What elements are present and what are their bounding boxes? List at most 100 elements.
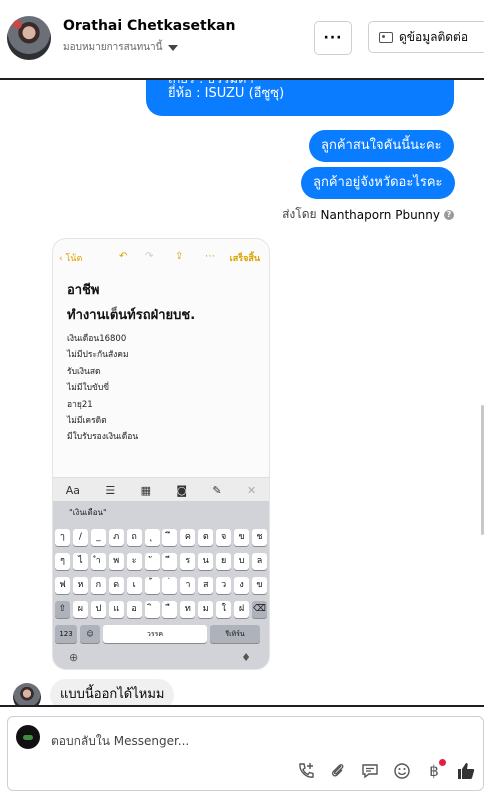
contact-avatar-small[interactable] bbox=[13, 683, 41, 705]
key: ท bbox=[180, 601, 196, 618]
keyboard-footer: ⊕ ♦ bbox=[53, 649, 269, 669]
undo-icon: ↶ bbox=[119, 251, 128, 262]
redo-icon: ↷ bbox=[145, 251, 154, 262]
note-line: มีใบรับรองเงินเดือน bbox=[67, 432, 139, 443]
key: ิ bbox=[144, 601, 160, 618]
note-line: ไม่มีประกันสังคม bbox=[67, 350, 129, 361]
key: ไ bbox=[72, 553, 88, 570]
note-subtitle: ทำงานเต็นท์รถฝ่ายบช. bbox=[67, 308, 196, 323]
key: ย bbox=[216, 553, 232, 570]
key: ่ bbox=[162, 577, 178, 594]
key-row-2: ๆ ไ ำ พ ะ ั ี ร น ย บ ล bbox=[55, 553, 267, 570]
key: พ bbox=[108, 553, 124, 570]
reply-input[interactable]: ตอบกลับใน Messenger... bbox=[51, 732, 189, 751]
return-key: รีเทิร์น bbox=[210, 625, 260, 643]
message-thread[interactable]: เกียร์ : ธรรมดา ยี่ห้อ : ISUZU (อีซูซุ) … bbox=[0, 80, 484, 705]
note-line: อายุ21 bbox=[67, 399, 93, 410]
view-contact-button[interactable]: ดูข้อมูลติดต่อ bbox=[368, 21, 484, 53]
page-avatar bbox=[16, 725, 40, 749]
key: ช bbox=[251, 529, 267, 546]
key: ผ bbox=[72, 601, 88, 618]
help-icon[interactable]: ? bbox=[444, 209, 454, 220]
key: ุ bbox=[144, 529, 160, 546]
key: ี bbox=[162, 553, 178, 570]
backspace-icon: ⌫ bbox=[251, 601, 267, 618]
notes-back: ‹ โน้ต bbox=[59, 254, 83, 264]
more-icon: ⋯ bbox=[205, 251, 215, 262]
pen-icon: ✎ bbox=[212, 483, 222, 497]
key: ป bbox=[90, 601, 106, 618]
key: า bbox=[180, 577, 196, 594]
key-row-3: ฟ ห ก ด เ ้ ่ า ส ว ง ข bbox=[55, 577, 267, 594]
saved-replies-icon[interactable] bbox=[360, 761, 380, 781]
notification-dot bbox=[439, 759, 446, 766]
outgoing-message: ลูกค้าอยู่จังหวัดอะไรคะ bbox=[301, 167, 455, 199]
key-row-4: ⇧ ผ ป แ อ ิ ื ท ม ใ ฝ ⌫ bbox=[55, 601, 267, 618]
thumbs-up-icon[interactable] bbox=[456, 761, 476, 781]
note-title: อาชีพ bbox=[67, 283, 100, 298]
composer-tools: ฿ bbox=[296, 759, 476, 781]
incoming-message: แบบนี้ออกได้ไหมม bbox=[50, 679, 175, 705]
key: ฟ bbox=[55, 577, 70, 594]
reply-composer[interactable]: ตอบกลับใน Messenger... ฿ bbox=[7, 716, 484, 791]
key: ถ bbox=[126, 529, 142, 546]
avatar-accent bbox=[13, 20, 22, 29]
key-row-bottom: 123 ☺ วรรค รีเทิร์น bbox=[55, 625, 267, 643]
outgoing-message-partial: เกียร์ : ธรรมดา ยี่ห้อ : ISUZU (อีซูซุ) bbox=[146, 80, 454, 116]
close-icon: ✕ bbox=[247, 483, 257, 497]
contact-card-icon bbox=[379, 31, 393, 43]
key: ก bbox=[90, 577, 106, 594]
key: ะ bbox=[126, 553, 142, 570]
key: ้ bbox=[144, 577, 160, 594]
key: ต bbox=[198, 529, 214, 546]
sent-by-prefix: ส่งโดย bbox=[282, 207, 317, 221]
notes-toolbar: ‹ โน้ต ↶ ↷ ⇪ ⋯ เสร็จสิ้น bbox=[53, 251, 269, 267]
key: เ bbox=[126, 577, 142, 594]
note-line: รับเงินสด bbox=[67, 366, 101, 377]
call-add-icon[interactable] bbox=[296, 761, 316, 781]
key: _ bbox=[90, 529, 106, 546]
shift-icon: ⇧ bbox=[55, 601, 70, 618]
assign-conversation-dropdown[interactable]: มอบหมายการสนทนานี้ bbox=[63, 40, 179, 55]
emoji-icon[interactable] bbox=[392, 761, 412, 781]
key: ร bbox=[180, 553, 196, 570]
assign-label: มอบหมายการสนทนานี้ bbox=[63, 42, 163, 53]
key-row-1: ๅ / _ ภ ถ ุ ึ ค ต จ ข ช bbox=[55, 529, 267, 546]
emoji-icon: ☺ bbox=[80, 625, 100, 643]
outgoing-message: ลูกค้าสนใจคันนี้นะคะ bbox=[309, 130, 454, 162]
key: แ bbox=[108, 601, 124, 618]
key: ล bbox=[251, 553, 267, 570]
note-line: เงินเดือน16800 bbox=[67, 334, 127, 344]
more-options-button[interactable]: ··· bbox=[314, 21, 352, 55]
contact-avatar[interactable] bbox=[7, 16, 51, 60]
key: ใ bbox=[216, 601, 232, 618]
share-icon: ⇪ bbox=[175, 251, 184, 262]
key: ข bbox=[234, 529, 250, 546]
format-bar: Aa ☰ ▦ ◙ ✎ ✕ bbox=[53, 477, 269, 502]
payment-icon[interactable]: ฿ bbox=[424, 759, 446, 781]
key: ส bbox=[198, 577, 214, 594]
key: ึ bbox=[162, 529, 178, 546]
key: ั bbox=[144, 553, 160, 570]
chevron-down-icon bbox=[168, 44, 179, 51]
note-line: ไม่มีใบขับขี่ bbox=[67, 383, 110, 394]
key: ด bbox=[108, 577, 124, 594]
contact-name[interactable]: Orathai Chetkasetkan bbox=[63, 18, 235, 34]
partial-line-brand: ยี่ห้อ : ISUZU (อีซูซุ) bbox=[168, 86, 285, 101]
key: ว bbox=[216, 577, 232, 594]
notes-done: เสร็จสิ้น bbox=[229, 254, 260, 264]
view-contact-label: ดูข้อมูลติดต่อ bbox=[399, 29, 469, 44]
key: ม bbox=[198, 601, 214, 618]
numbers-key: 123 bbox=[55, 625, 77, 643]
note-body: เงินเดือน16800 ไม่มีประกันสังคม รับเงินส… bbox=[67, 331, 138, 446]
microphone-icon: ♦ bbox=[241, 651, 251, 664]
attached-image[interactable]: ‹ โน้ต ↶ ↷ ⇪ ⋯ เสร็จสิ้น อาชีพ ทำงานเต็น… bbox=[52, 238, 270, 670]
key: ๆ bbox=[55, 553, 70, 570]
key: จ bbox=[216, 529, 232, 546]
key: ห bbox=[72, 577, 88, 594]
note-line: ไม่มีเครดิต bbox=[67, 416, 107, 427]
key: อ bbox=[126, 601, 142, 618]
key: บ bbox=[234, 553, 250, 570]
attachment-icon[interactable] bbox=[328, 761, 348, 781]
key: ภ bbox=[108, 529, 124, 546]
